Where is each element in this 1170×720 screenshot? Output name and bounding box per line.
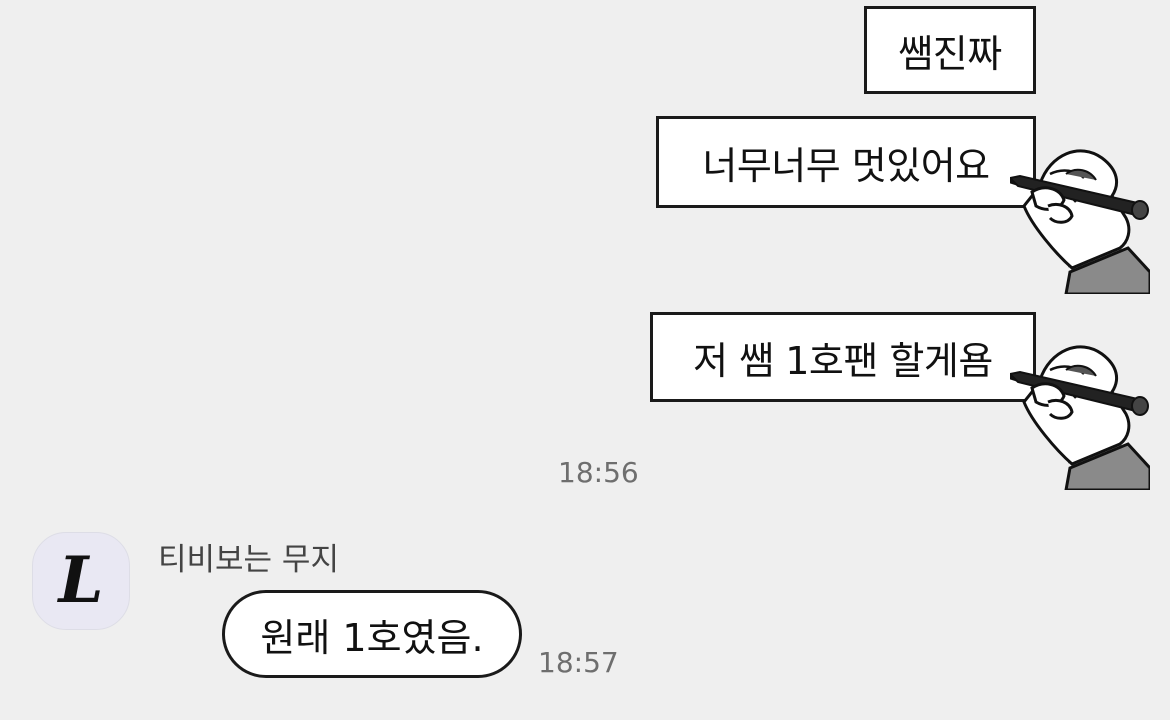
sender-name[interactable]: 티비보는 무지 [158, 534, 339, 579]
profile-avatar[interactable]: L [32, 532, 130, 630]
chat-room: 쌤진짜 너무너무 멋있어요 저 쌤 1호팬 할게욤 18:56 L 티비보는 무… [0, 0, 1170, 720]
writing-hand-icon [1010, 149, 1150, 294]
message-text: 저 쌤 1호팬 할게욤 [693, 338, 993, 383]
message-text: 너무너무 멋있어요 [702, 143, 990, 188]
message-timestamp: 18:56 [558, 456, 639, 489]
message-text: 쌤진짜 [898, 31, 1002, 76]
writing-hand-icon [1010, 345, 1150, 490]
message-text: 원래 1호였음. [260, 615, 484, 660]
outgoing-message-bubble[interactable]: 쌤진짜 [864, 6, 1036, 94]
outgoing-message-bubble[interactable]: 너무너무 멋있어요 [656, 116, 1036, 208]
gothic-letter-avatar-icon: L [58, 543, 104, 618]
message-timestamp: 18:57 [538, 646, 619, 679]
outgoing-message-bubble[interactable]: 저 쌤 1호팬 할게욤 [650, 312, 1036, 402]
incoming-message-bubble[interactable]: 원래 1호였음. [222, 590, 522, 678]
